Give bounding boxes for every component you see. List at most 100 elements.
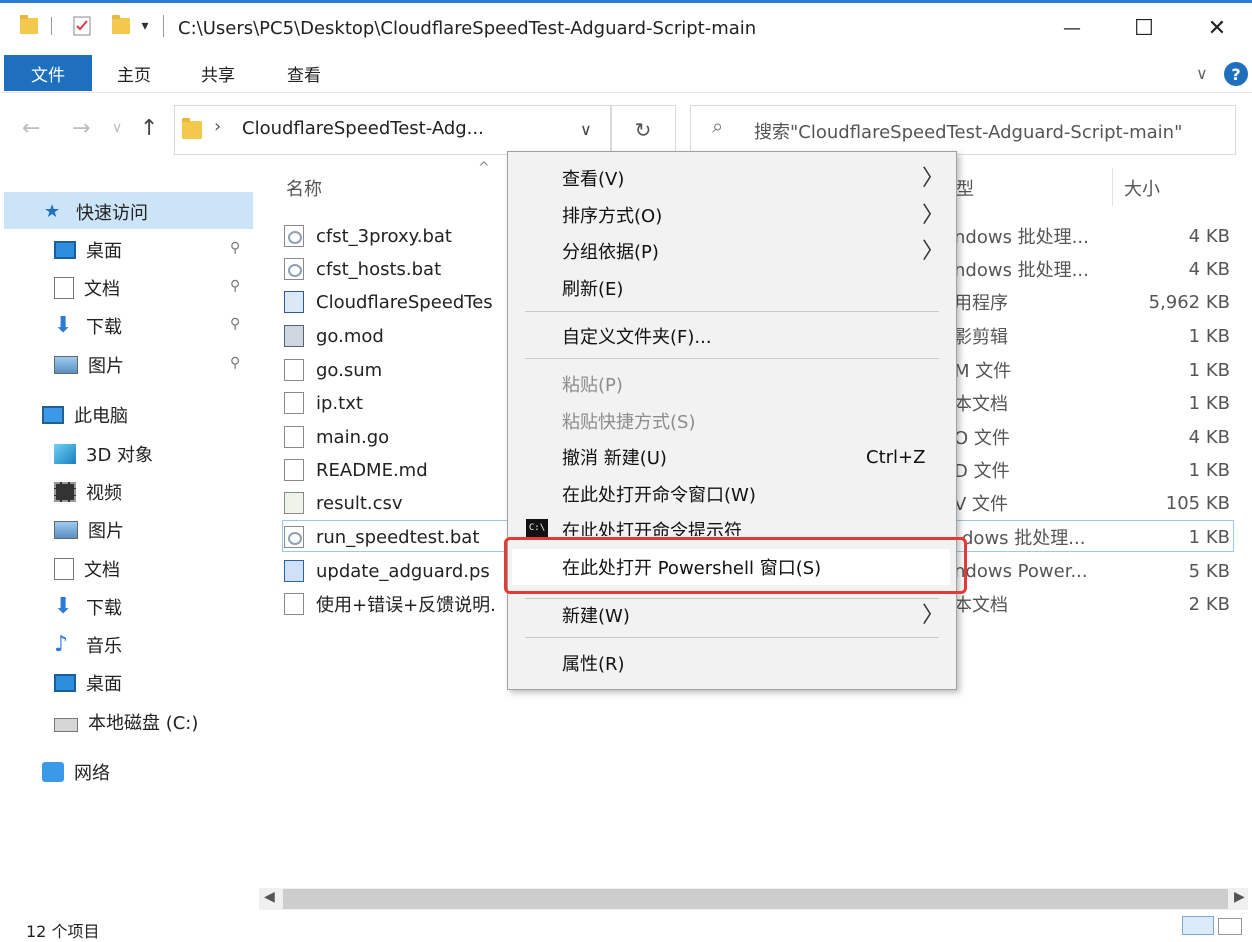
- forward-button[interactable]: →: [72, 116, 90, 141]
- navpane-documents-pc[interactable]: 文档: [54, 556, 120, 582]
- document-icon: [54, 558, 74, 580]
- maximize-button[interactable]: ☐: [1114, 8, 1174, 48]
- search-icon: ⌕: [712, 114, 724, 138]
- file-row[interactable]: update_adguard.ps: [284, 556, 504, 586]
- navpane-local-disk[interactable]: 本地磁盘 (C:): [54, 709, 198, 735]
- pin-icon[interactable]: ⚲: [230, 316, 240, 332]
- menu-item-group-by[interactable]: 分组依据(P): [562, 236, 659, 266]
- scroll-right-icon[interactable]: ▶: [1234, 889, 1245, 905]
- submenu-arrow-icon: 〉: [922, 603, 945, 628]
- file-row[interactable]: go.mod: [284, 321, 514, 351]
- navpane-desktop-pc[interactable]: 桌面: [54, 670, 122, 696]
- file-type: 本文档: [954, 394, 1008, 415]
- file-size: 1 KB: [1188, 392, 1230, 414]
- file-row[interactable]: run_speedtest.bat: [284, 522, 514, 552]
- minimize-button[interactable]: —: [1042, 8, 1102, 48]
- cube-icon: [54, 444, 76, 464]
- text-file-icon: [284, 392, 304, 414]
- navpane-downloads-pc[interactable]: ⬇ 下载: [54, 594, 122, 620]
- file-row[interactable]: 使用+错误+反馈说明.: [284, 589, 506, 619]
- menu-item-sort-by[interactable]: 排序方式(O): [562, 200, 662, 230]
- navpane-this-pc[interactable]: 此电脑: [42, 402, 128, 428]
- properties-icon[interactable]: [70, 12, 94, 40]
- file-type: D 文件: [954, 461, 1010, 482]
- file-type: dows 批处理...: [962, 528, 1086, 549]
- sort-arrow-icon: ^: [478, 160, 490, 176]
- network-icon: [42, 762, 64, 782]
- refresh-button[interactable]: ↻: [610, 105, 676, 155]
- navpane-documents[interactable]: 文档: [54, 275, 120, 301]
- navpane-pictures-pc[interactable]: 图片: [54, 517, 124, 543]
- navpane-pictures[interactable]: 图片: [54, 352, 124, 378]
- tab-share[interactable]: 共享: [188, 55, 248, 91]
- column-divider[interactable]: [1112, 168, 1113, 206]
- pin-icon[interactable]: ⚲: [230, 278, 240, 294]
- menu-item-new[interactable]: 新建(W): [562, 600, 630, 630]
- download-icon: ⬇: [54, 313, 73, 338]
- close-button[interactable]: ✕: [1187, 8, 1247, 48]
- column-size[interactable]: 大小: [1124, 175, 1160, 201]
- back-button[interactable]: ←: [22, 116, 40, 141]
- picture-icon: [54, 521, 78, 539]
- recent-locations-button[interactable]: ∨: [112, 120, 122, 136]
- qat-dropdown[interactable]: ▾: [136, 12, 154, 40]
- new-folder-icon[interactable]: [108, 12, 134, 40]
- menu-item-undo-new[interactable]: 撤消 新建(U): [562, 442, 667, 472]
- navpane-downloads[interactable]: ⬇ 下载: [54, 313, 122, 339]
- navpane-music[interactable]: ♪ 音乐: [54, 632, 122, 658]
- large-icons-view-icon[interactable]: [1218, 918, 1242, 935]
- generic-file-icon: [284, 459, 304, 481]
- address-path[interactable]: CloudflareSpeedTest-Adg...: [242, 118, 484, 139]
- menu-item-paste[interactable]: 粘贴(P): [562, 369, 623, 399]
- application-icon: [284, 291, 304, 313]
- menu-item-paste-shortcut[interactable]: 粘贴快捷方式(S): [562, 406, 695, 436]
- desktop-icon: [54, 241, 76, 259]
- picture-icon: [54, 356, 78, 374]
- details-view-icon[interactable]: [1182, 916, 1214, 935]
- column-name[interactable]: 名称: [286, 175, 322, 201]
- item-count: 12 个项目: [26, 922, 100, 941]
- navpane-videos[interactable]: 视频: [54, 479, 122, 505]
- file-row[interactable]: ip.txt: [284, 388, 514, 418]
- file-row[interactable]: cfst_hosts.bat: [284, 254, 514, 284]
- file-row[interactable]: CloudflareSpeedTes: [284, 287, 506, 317]
- media-file-icon: [284, 325, 304, 347]
- up-button[interactable]: ↑: [140, 116, 158, 141]
- file-size: 5,962 KB: [1148, 291, 1230, 313]
- menu-item-properties[interactable]: 属性(R): [562, 648, 625, 678]
- tab-file[interactable]: 文件: [4, 55, 92, 91]
- address-dropdown-icon[interactable]: ∨: [580, 120, 592, 139]
- menu-item-view[interactable]: 查看(V): [562, 163, 624, 193]
- scrollbar-thumb[interactable]: [283, 889, 1228, 909]
- file-row[interactable]: README.md: [284, 455, 514, 485]
- breadcrumb-separator[interactable]: ›: [214, 116, 221, 137]
- menu-shortcut-ctrl-z: Ctrl+Z: [866, 446, 926, 468]
- navpane-network[interactable]: 网络: [42, 759, 110, 785]
- file-size: 4 KB: [1188, 426, 1230, 448]
- file-row[interactable]: result.csv: [284, 488, 514, 518]
- file-size: 5 KB: [1188, 560, 1230, 582]
- help-icon[interactable]: ?: [1224, 62, 1248, 86]
- file-row[interactable]: go.sum: [284, 355, 514, 385]
- file-row[interactable]: cfst_3proxy.bat: [284, 221, 514, 251]
- tab-view[interactable]: 查看: [274, 55, 334, 91]
- navpane-quick-access[interactable]: ★ 快速访问: [44, 199, 148, 225]
- text-file-icon: [284, 593, 304, 615]
- menu-item-open-command-window[interactable]: 在此处打开命令窗口(W): [562, 479, 756, 509]
- tab-home[interactable]: 主页: [104, 55, 164, 91]
- scroll-left-icon[interactable]: ◀: [264, 889, 275, 905]
- file-size: 1 KB: [1188, 526, 1230, 548]
- search-input[interactable]: 搜索"CloudflareSpeedTest-Adguard-Script-ma…: [754, 118, 1182, 144]
- folder-icon: [16, 12, 42, 40]
- expand-ribbon-icon[interactable]: ∨: [1196, 64, 1208, 83]
- column-type[interactable]: 型: [956, 175, 974, 201]
- menu-item-refresh[interactable]: 刷新(E): [562, 273, 623, 303]
- navpane-3d-objects[interactable]: 3D 对象: [54, 441, 153, 467]
- pin-icon[interactable]: ⚲: [230, 240, 240, 256]
- pin-icon[interactable]: ⚲: [230, 355, 240, 371]
- navpane-desktop[interactable]: 桌面: [54, 237, 122, 263]
- batch-file-icon: [284, 526, 304, 548]
- file-row[interactable]: main.go: [284, 422, 514, 452]
- menu-item-customize-folder[interactable]: 自定义文件夹(F)...: [562, 321, 712, 351]
- file-size: 1 KB: [1188, 359, 1230, 381]
